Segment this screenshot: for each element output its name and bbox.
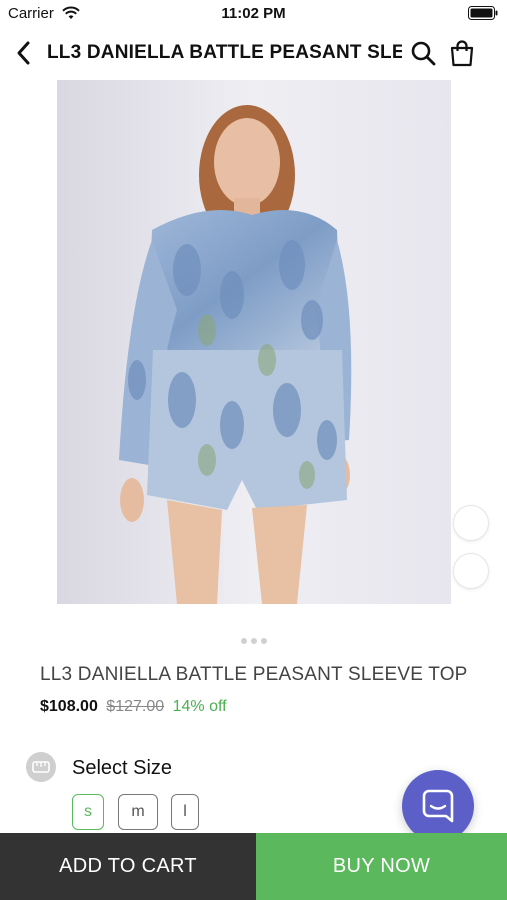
price-row: $108.00 $127.00 14% off <box>40 698 227 716</box>
image-side-dot[interactable] <box>453 505 489 541</box>
price-original: $127.00 <box>106 698 165 715</box>
size-guide-icon[interactable] <box>26 752 56 782</box>
product-title: LL3 DANIELLA BATTLE PEASANT SLEEVE TOP <box>40 664 468 685</box>
chat-button[interactable] <box>402 770 474 842</box>
page-title: LL3 DANIELLA BATTLE PEASANT SLE... <box>47 42 402 63</box>
select-size-label: Select Size <box>72 757 173 779</box>
product-photo <box>57 80 451 604</box>
product-image[interactable] <box>57 80 451 604</box>
image-side-dot[interactable] <box>453 553 489 589</box>
discount-badge: 14% off <box>172 698 227 715</box>
size-option-l[interactable]: l <box>171 794 199 830</box>
pager-dot[interactable] <box>240 638 247 644</box>
size-option-s[interactable]: s <box>72 794 104 830</box>
status-bar: Carrier 11:02 PM <box>0 0 507 28</box>
price-current: $108.00 <box>40 698 98 715</box>
size-option-m[interactable]: m <box>118 794 158 830</box>
status-time: 11:02 PM <box>221 5 286 22</box>
nav-bar: LL3 DANIELLA BATTLE PEASANT SLE... <box>0 28 507 78</box>
chat-bubble-icon <box>422 789 454 823</box>
buy-now-button[interactable]: BUY NOW <box>256 833 507 900</box>
add-to-cart-button[interactable]: ADD TO CART <box>0 833 256 900</box>
pager-dot[interactable] <box>260 638 267 644</box>
pager-dot[interactable] <box>250 638 257 644</box>
search-icon[interactable] <box>410 40 436 66</box>
chevron-left-icon[interactable] <box>12 39 36 67</box>
image-pager <box>0 631 507 649</box>
shopping-bag-icon[interactable] <box>449 39 475 67</box>
battery-icon <box>468 6 498 20</box>
